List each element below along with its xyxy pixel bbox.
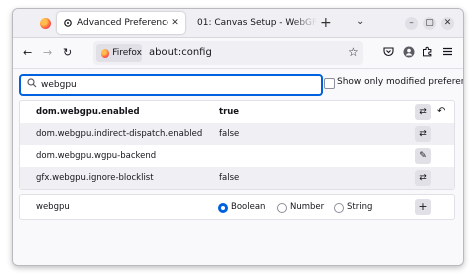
- menu-icon[interactable]: [441, 46, 454, 59]
- pref-name: gfx.webgpu.ignore-blocklist: [36, 173, 154, 183]
- extensions-icon[interactable]: [421, 46, 434, 59]
- tab-label: 01: Canvas Setup - WebGPU: [197, 18, 317, 28]
- edit-button[interactable]: ✎: [415, 148, 431, 164]
- close-tab-icon[interactable]: ✕: [168, 18, 182, 28]
- gear-icon: [64, 19, 72, 27]
- search-box[interactable]: [19, 74, 323, 96]
- close-window-icon[interactable]: ✕: [441, 17, 454, 30]
- string-label[interactable]: String: [347, 202, 372, 212]
- tab-advanced-preferences[interactable]: Advanced Preferences ✕: [57, 12, 185, 34]
- toggle-button[interactable]: ⇄: [415, 104, 431, 120]
- url-bar[interactable]: Firefox about:config ☆: [93, 41, 363, 65]
- pref-value[interactable]: true: [219, 107, 239, 117]
- search-input[interactable]: [41, 77, 311, 92]
- pref-name: dom.webgpu.enabled: [36, 107, 140, 117]
- tab-canvas-setup[interactable]: 01: Canvas Setup - WebGPU: [191, 12, 317, 34]
- show-modified-label[interactable]: Show only modified preferences: [337, 77, 463, 87]
- number-label[interactable]: Number: [290, 202, 324, 212]
- reset-button[interactable]: ↶: [437, 106, 445, 117]
- pocket-icon[interactable]: [382, 46, 395, 59]
- forward-button[interactable]: →: [43, 46, 52, 59]
- show-modified-checkbox[interactable]: [324, 78, 335, 89]
- bookmark-star-icon[interactable]: ☆: [348, 45, 359, 59]
- navigation-toolbar: ← → ↻ Firefox about:config ☆: [13, 38, 463, 69]
- table-row: dom.webgpu.enabled true ⇄ ↶: [20, 101, 454, 123]
- tab-strip: Advanced Preferences ✕ 01: Canvas Setup …: [13, 9, 463, 38]
- preferences-table: dom.webgpu.enabled true ⇄ ↶ dom.webgpu.i…: [19, 100, 455, 190]
- add-button[interactable]: +: [415, 199, 431, 215]
- new-pref-name: webgpu: [36, 202, 70, 212]
- reload-button[interactable]: ↻: [63, 46, 72, 59]
- identity-label: Firefox: [112, 48, 142, 58]
- pref-value[interactable]: false: [219, 129, 239, 139]
- pref-name: dom.webgpu.indirect-dispatch.enabled: [36, 129, 203, 139]
- new-tab-button[interactable]: +: [320, 15, 332, 31]
- firefox-icon: [101, 48, 110, 58]
- identity-box[interactable]: Firefox: [96, 44, 142, 62]
- toggle-button[interactable]: ⇄: [415, 126, 431, 142]
- about-config-page: Show only modified preferences dom.webgp…: [13, 69, 463, 265]
- account-icon[interactable]: [402, 46, 415, 59]
- back-button[interactable]: ←: [23, 46, 32, 59]
- table-row: dom.webgpu.indirect-dispatch.enabled fal…: [20, 123, 454, 145]
- maximize-icon[interactable]: ▢: [423, 17, 436, 30]
- boolean-radio[interactable]: [218, 203, 228, 213]
- pref-value[interactable]: false: [219, 173, 239, 183]
- table-row: dom.webgpu.wgpu-backend ✎: [20, 145, 454, 167]
- add-preference-row: webgpu Boolean Number String +: [19, 194, 455, 220]
- browser-window: Advanced Preferences ✕ 01: Canvas Setup …: [12, 8, 464, 266]
- tab-label: Advanced Preferences: [77, 18, 168, 28]
- firefox-view-icon[interactable]: [40, 18, 51, 29]
- minimize-icon[interactable]: –: [405, 17, 418, 30]
- pref-name: dom.webgpu.wgpu-backend: [36, 151, 157, 161]
- list-all-tabs-icon[interactable]: ⌄: [356, 16, 364, 27]
- search-icon: [27, 78, 37, 91]
- url-text[interactable]: about:config: [149, 47, 212, 58]
- string-radio[interactable]: [334, 203, 344, 213]
- table-row: gfx.webgpu.ignore-blocklist false ⇄: [20, 167, 454, 189]
- toggle-button[interactable]: ⇄: [415, 170, 431, 186]
- boolean-label[interactable]: Boolean: [231, 202, 265, 212]
- number-radio[interactable]: [277, 203, 287, 213]
